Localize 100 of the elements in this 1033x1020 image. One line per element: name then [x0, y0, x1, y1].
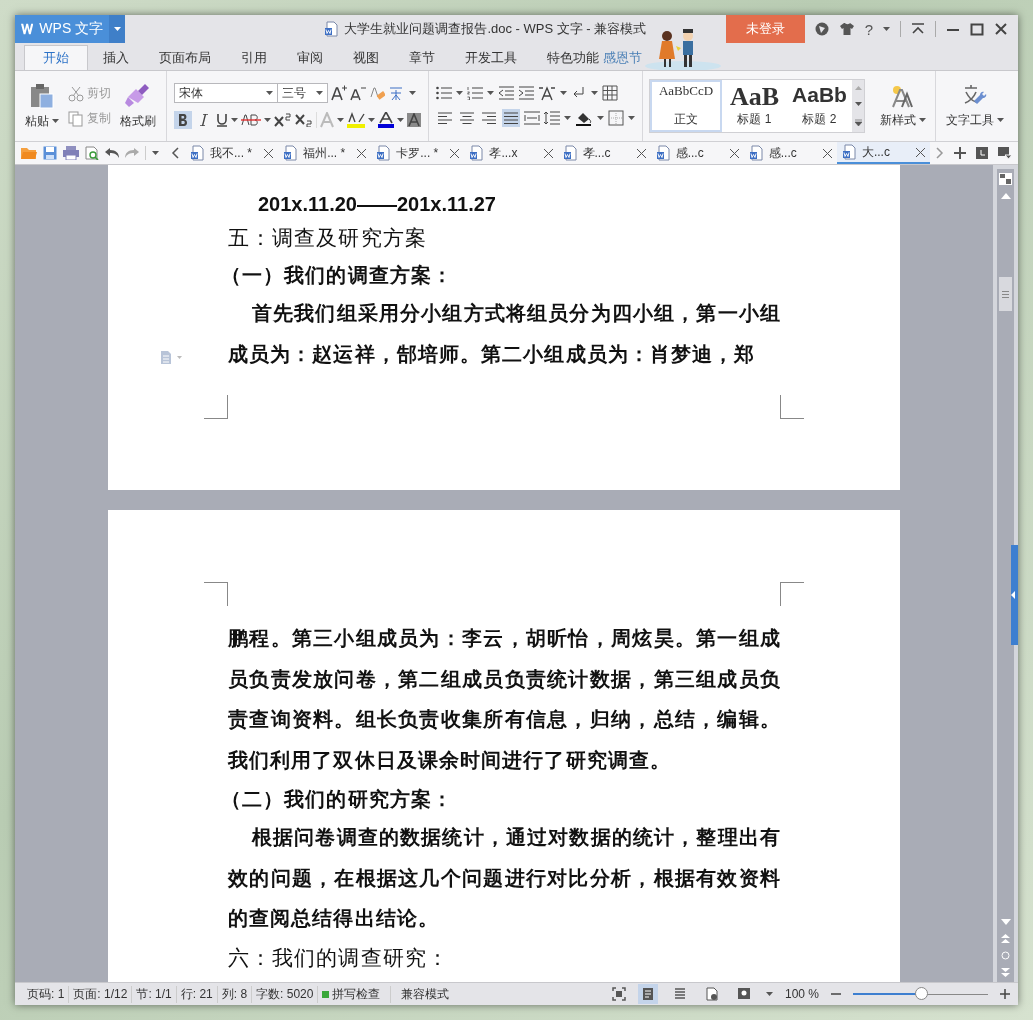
- caret-icon[interactable]: [52, 118, 59, 124]
- document-tab[interactable]: 大...c: [836, 142, 930, 164]
- document-tab[interactable]: 孝...c: [557, 142, 651, 164]
- align-justify-button[interactable]: [502, 109, 520, 127]
- scroll-tabs-right-icon[interactable]: [936, 147, 944, 159]
- style-preset[interactable]: AaBb 标题 2: [787, 80, 852, 132]
- caret-icon[interactable]: [560, 90, 567, 96]
- new-style-button[interactable]: 新样式: [877, 83, 929, 129]
- caret-icon[interactable]: [264, 117, 271, 123]
- decrease-indent-icon[interactable]: [498, 86, 514, 100]
- bulleted-list-icon[interactable]: [436, 86, 452, 100]
- grow-font-icon[interactable]: [331, 85, 347, 101]
- side-panel-toggle[interactable]: [1011, 545, 1018, 645]
- character-scaling-icon[interactable]: [538, 85, 556, 101]
- menu-tab[interactable]: 开发工具: [450, 45, 532, 70]
- zoom-in-icon[interactable]: [1000, 989, 1010, 999]
- strikethrough-icon[interactable]: [241, 113, 261, 127]
- subscript-icon[interactable]: [295, 113, 313, 127]
- spell-check-button[interactable]: 拼写检查: [318, 985, 392, 1003]
- align-center-button[interactable]: [458, 109, 476, 127]
- caret-icon[interactable]: [337, 117, 344, 123]
- shirt-icon[interactable]: [838, 22, 855, 36]
- close-icon[interactable]: [357, 148, 367, 158]
- line-break-icon[interactable]: [571, 86, 587, 100]
- close-icon[interactable]: [994, 22, 1008, 36]
- fullscreen-icon[interactable]: [611, 987, 626, 1001]
- document-tab[interactable]: 卡罗... *: [371, 142, 465, 164]
- menu-tab[interactable]: 插入: [88, 45, 144, 70]
- caret-icon[interactable]: [316, 90, 323, 96]
- document-tab[interactable]: 我不... *: [185, 142, 279, 164]
- tab-list-icon[interactable]: [976, 147, 988, 159]
- quick-access-menu-icon[interactable]: [152, 150, 159, 156]
- paste-button[interactable]: 粘贴: [22, 82, 62, 130]
- align-right-button[interactable]: [480, 109, 498, 127]
- menu-tab[interactable]: 视图: [338, 45, 394, 70]
- caret-icon[interactable]: [456, 90, 463, 96]
- style-preset[interactable]: AaB 标题 1: [722, 80, 787, 132]
- zoom-slider-thumb[interactable]: [914, 986, 928, 1000]
- line-spacing-icon[interactable]: [544, 111, 560, 125]
- bold-button[interactable]: [174, 111, 192, 129]
- underline-icon[interactable]: [216, 113, 228, 127]
- shrink-font-icon[interactable]: [350, 85, 366, 101]
- caret-icon[interactable]: [564, 115, 571, 121]
- print-preview-icon[interactable]: [85, 146, 99, 160]
- close-icon[interactable]: [543, 148, 553, 158]
- document-tab[interactable]: 孝...x: [464, 142, 558, 164]
- maximize-icon[interactable]: [970, 22, 984, 36]
- numbered-list-icon[interactable]: [467, 86, 483, 100]
- scroll-down-icon[interactable]: [854, 102, 862, 108]
- font-size-dropdown[interactable]: 三号: [278, 83, 328, 103]
- tab-menu-icon[interactable]: [998, 147, 1012, 159]
- menu-tab[interactable]: 开始: [24, 45, 88, 70]
- new-tab-icon[interactable]: [954, 147, 966, 159]
- collapse-ribbon-icon[interactable]: [911, 23, 925, 35]
- document-tab[interactable]: 感...c: [650, 142, 744, 164]
- caret-icon[interactable]: [919, 117, 926, 123]
- scrollbar-thumb[interactable]: [999, 277, 1012, 311]
- align-left-button[interactable]: [436, 109, 454, 127]
- caret-icon[interactable]: [883, 26, 890, 32]
- undo-icon[interactable]: [105, 147, 119, 159]
- document-tab[interactable]: 感...c: [743, 142, 837, 164]
- format-painter-button[interactable]: 格式刷: [117, 82, 159, 130]
- scroll-tabs-left-icon[interactable]: [171, 147, 179, 159]
- caret-icon[interactable]: [368, 117, 375, 123]
- caret-icon[interactable]: [409, 90, 416, 96]
- close-icon[interactable]: [729, 148, 739, 158]
- page-view-button[interactable]: [637, 984, 658, 1004]
- caret-icon[interactable]: [231, 117, 238, 123]
- paragraph-marker-icon[interactable]: [160, 350, 184, 364]
- caret-icon[interactable]: [266, 90, 273, 96]
- table-icon[interactable]: [602, 85, 618, 101]
- character-shading-icon[interactable]: [407, 113, 421, 127]
- text-tools-button[interactable]: 文字工具: [943, 83, 1007, 129]
- close-icon[interactable]: [916, 147, 925, 157]
- document-tab[interactable]: 福州... *: [278, 142, 372, 164]
- close-icon[interactable]: [822, 148, 832, 158]
- caret-icon[interactable]: [597, 115, 604, 121]
- menu-tab[interactable]: 特色功能: [532, 45, 600, 70]
- font-name-dropdown[interactable]: 宋体: [174, 83, 278, 103]
- superscript-icon[interactable]: [274, 113, 292, 127]
- split-view-icon[interactable]: [999, 173, 1012, 185]
- caret-icon[interactable]: [997, 117, 1004, 123]
- skin-icon[interactable]: [814, 22, 829, 36]
- close-icon[interactable]: [264, 148, 274, 158]
- caret-icon[interactable]: [397, 117, 404, 123]
- save-icon[interactable]: [43, 146, 57, 160]
- style-preset[interactable]: AaBbCcD 正文: [650, 80, 722, 132]
- caret-icon[interactable]: [628, 115, 635, 121]
- menu-tab[interactable]: 引用: [226, 45, 282, 70]
- print-icon[interactable]: [63, 146, 79, 160]
- close-icon[interactable]: [450, 148, 460, 158]
- menu-tab[interactable]: 页面布局: [144, 45, 226, 70]
- highlighter-icon[interactable]: [347, 112, 365, 128]
- increase-indent-icon[interactable]: [518, 86, 534, 100]
- expand-gallery-icon[interactable]: [854, 119, 862, 127]
- help-button[interactable]: ?: [864, 20, 873, 38]
- caret-icon[interactable]: [765, 991, 773, 997]
- paint-bucket-icon[interactable]: [575, 110, 593, 126]
- close-icon[interactable]: [636, 148, 646, 158]
- menu-tab[interactable]: 章节: [394, 45, 450, 70]
